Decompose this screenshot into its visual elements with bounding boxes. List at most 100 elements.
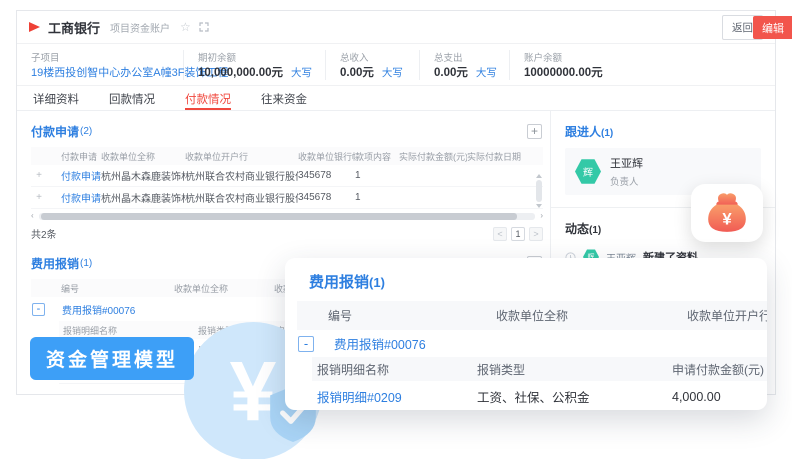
payment-section-count: (2) xyxy=(80,126,92,137)
edit-button[interactable]: 编辑 xyxy=(753,16,792,39)
summary-field: 账户余额 10000000.00元 xyxy=(524,50,761,80)
field-value: 0.00元大写 xyxy=(340,64,411,80)
table-cell: 345678 xyxy=(298,192,355,203)
follower-role: 负责人 xyxy=(610,174,643,188)
scroll-down-icon[interactable] xyxy=(536,204,542,208)
add-payment-button[interactable]: + xyxy=(527,124,542,139)
field-label: 总支出 xyxy=(434,50,501,64)
page-subtitle: 项目资金账户 xyxy=(110,20,170,35)
scroll-thumb[interactable] xyxy=(536,180,542,202)
table-row: + 付款申请#00272 杭州晶木森鹿装饰材料有限公司 杭州联合农村商业银行股份… xyxy=(31,187,543,209)
daxie-link[interactable]: 大写 xyxy=(382,67,403,79)
column-header: 编号 xyxy=(47,282,174,295)
payment-table: 付款申请 收款单位全称 收款单位开户行 收款单位银行帐号 款项内容 实际付款金额… xyxy=(31,147,543,209)
money-bag-icon[interactable]: ¥ xyxy=(691,184,763,242)
field-value: 10,000,000.00元大写 xyxy=(198,64,317,80)
table-cell: 1 xyxy=(355,170,399,181)
expense-link[interactable]: 费用报销#00076 xyxy=(334,334,426,353)
column-header: 实际付款日期 xyxy=(467,150,527,163)
payment-link[interactable]: 付款申请#00274 xyxy=(47,168,101,183)
avatar: 辉 xyxy=(575,159,601,185)
column-header: 报销类型 xyxy=(477,361,672,378)
daxie-link[interactable]: 大写 xyxy=(291,67,312,79)
popup-detail-header: 报销明细名称 报销类型 申请付款金额(元) xyxy=(312,357,767,381)
popup-section-title: 费用报销(1) xyxy=(309,271,767,292)
table-row: + 付款申请#00274 杭州晶木森鹿装饰材料有限公司 杭州联合农村商业银行股份… xyxy=(31,165,543,187)
column-header: 收款单位全称 xyxy=(101,150,185,163)
expand-row-icon[interactable]: + xyxy=(31,170,47,181)
followers-count: (1) xyxy=(601,128,613,139)
subproject-link[interactable]: 19楼西投创智中心办公室A幢3F装饰工程 xyxy=(31,64,175,80)
collapse-row-icon[interactable]: - xyxy=(32,303,45,316)
field-value: 0.00元大写 xyxy=(434,64,501,80)
fund-model-badge: 资金管理模型 xyxy=(30,337,194,380)
pager-prev[interactable]: < xyxy=(493,227,507,241)
expense-link[interactable]: 费用报销#00076 xyxy=(62,302,135,317)
tab-funds[interactable]: 往来资金 xyxy=(261,86,307,110)
screen: 编辑 工商银行 项目资金账户 ☆ 返回 子项目 19楼西投创智中心办公室A幢3F… xyxy=(0,0,792,459)
field-amount: 0.00元 xyxy=(434,67,468,79)
summary-field: 总收入 0.00元大写 xyxy=(340,50,420,80)
table-cell: 杭州联合农村商业银行股份有限公司半山支行 xyxy=(185,190,298,205)
tab-collection[interactable]: 回款情况 xyxy=(109,86,155,110)
scroll-thumb[interactable] xyxy=(41,213,517,220)
activity-title-text: 动态 xyxy=(565,222,589,236)
pager-page[interactable]: 1 xyxy=(511,227,525,241)
column-header: 收款单位开户行 xyxy=(185,150,298,163)
field-label: 账户余额 xyxy=(524,50,753,64)
column-header: 报销明细名称 xyxy=(312,361,477,378)
yen-symbol: ¥ xyxy=(722,210,732,229)
table-cell: 345678 xyxy=(298,170,355,181)
follower-name: 王亚辉 xyxy=(610,155,643,171)
summary-field: 子项目 19楼西投创智中心办公室A幢3F装饰工程 xyxy=(31,50,184,80)
vertical-scrollbar[interactable] xyxy=(535,173,543,239)
scroll-left-icon[interactable]: ‹ xyxy=(31,212,39,220)
payment-total-count: 共2条 xyxy=(31,226,57,241)
table-cell: 杭州晶木森鹿装饰材料有限公司 xyxy=(101,190,185,205)
popup-title-count: (1) xyxy=(369,275,385,290)
collapse-row-icon[interactable]: - xyxy=(298,336,314,352)
expense-section-count: (1) xyxy=(80,258,92,269)
money-bag-glyph: ¥ xyxy=(704,192,750,234)
horizontal-scrollbar[interactable]: ‹ › xyxy=(31,212,543,220)
field-amount: 10,000,000.00元 xyxy=(198,67,283,79)
column-header: 收款单位银行帐号 xyxy=(298,150,355,163)
popup-table-header: 编号 收款单位全称 收款单位开户行 xyxy=(297,301,767,330)
summary-field: 期初余额 10,000,000.00元大写 xyxy=(198,50,326,80)
detail-link[interactable]: 报销明细#0209 xyxy=(312,387,477,406)
tab-payment[interactable]: 付款情况 xyxy=(185,86,231,110)
field-value: 10000000.00元 xyxy=(524,64,753,80)
column-header: 收款单位全称 xyxy=(174,282,274,295)
favorite-star-icon[interactable]: ☆ xyxy=(180,20,191,34)
summary-bar: 子项目 19楼西投创智中心办公室A幢3F装饰工程 期初余额 10,000,000… xyxy=(17,44,775,86)
table-cell: 杭州晶木森鹿装饰材料有限公司 xyxy=(101,168,185,183)
column-header: 款项内容 xyxy=(355,150,399,163)
payment-table-header: 付款申请 收款单位全称 收款单位开户行 收款单位银行帐号 款项内容 实际付款金额… xyxy=(31,147,543,165)
tab-details[interactable]: 详细资料 xyxy=(33,86,79,110)
table-cell: 1 xyxy=(355,192,399,203)
payment-link[interactable]: 付款申请#00272 xyxy=(47,190,101,205)
table-cell: 工资、社保、公积金 xyxy=(477,387,672,406)
column-header: 收款单位开户行 xyxy=(687,307,767,324)
field-amount: 0.00元 xyxy=(340,67,374,79)
expand-icon[interactable] xyxy=(199,22,209,32)
table-cell: 4,000.00 xyxy=(672,390,767,404)
expense-zoom-callout: 费用报销(1) 编号 收款单位全称 收款单位开户行 - 费用报销#00076 报… xyxy=(285,258,767,410)
column-header: 实际付款金额(元) xyxy=(399,150,467,163)
title-bar: 工商银行 项目资金账户 ☆ 返回 xyxy=(17,11,775,44)
followers-title-text: 跟进人 xyxy=(565,125,601,139)
activity-count: (1) xyxy=(589,225,601,236)
column-header: 报销明细名称 xyxy=(63,324,198,337)
daxie-link[interactable]: 大写 xyxy=(476,67,497,79)
field-label: 子项目 xyxy=(31,50,175,64)
expand-row-icon[interactable]: + xyxy=(31,192,47,203)
popup-title-text: 费用报销 xyxy=(309,274,369,291)
field-label: 总收入 xyxy=(340,50,411,64)
column-header: 付款申请 xyxy=(47,150,101,163)
payment-section-title: 付款申请 xyxy=(31,123,79,140)
column-header: 收款单位全称 xyxy=(496,307,687,324)
scroll-up-icon[interactable] xyxy=(536,174,542,178)
table-row: 报销明细#0209 工资、社保、公积金 4,000.00 xyxy=(312,381,767,410)
field-label: 期初余额 xyxy=(198,50,317,64)
logo-arrow-icon xyxy=(29,22,40,32)
